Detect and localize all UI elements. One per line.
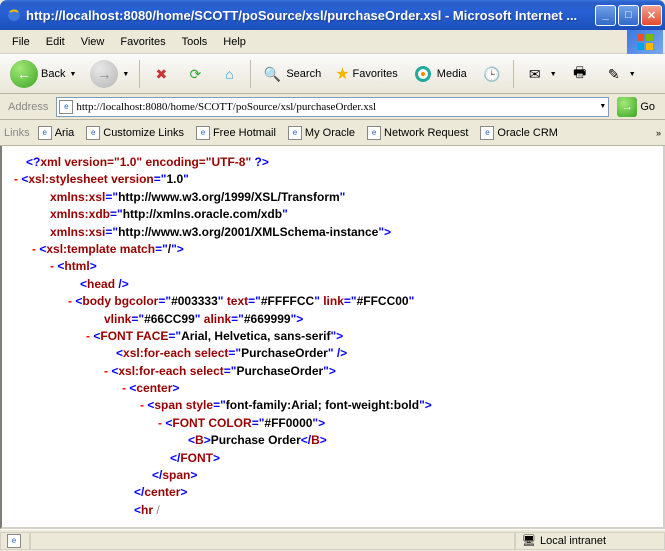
address-input-wrapper[interactable]: e ▼ <box>56 97 609 117</box>
home-icon: ⌂ <box>218 63 240 85</box>
forward-icon: → <box>90 60 118 88</box>
link-hotmail[interactable]: eFree Hotmail <box>192 126 280 140</box>
chevron-down-icon[interactable]: ▼ <box>599 103 606 110</box>
go-icon: → <box>617 97 637 117</box>
favorites-button[interactable]: ★ Favorites <box>331 61 404 87</box>
page-icon: e <box>367 126 381 140</box>
go-button[interactable]: → Go <box>613 94 661 120</box>
print-icon: 🖶 <box>569 63 591 85</box>
go-label: Go <box>640 101 655 113</box>
intranet-icon: 🖥 <box>522 534 536 547</box>
history-button[interactable]: 🕒 <box>477 60 507 88</box>
menubar: File Edit View Favorites Tools Help <box>0 30 665 54</box>
content-area[interactable]: <?xml version="1.0" encoding="UTF-8" ?> … <box>0 146 665 529</box>
page-icon: e <box>38 126 52 140</box>
window-title: http://localhost:8080/home/SCOTT/poSourc… <box>26 8 595 23</box>
link-customize[interactable]: eCustomize Links <box>82 126 188 140</box>
statusbar: e 🖥 Local intranet <box>0 529 665 551</box>
status-zone: 🖥 Local intranet <box>515 532 665 550</box>
address-input[interactable] <box>76 101 595 113</box>
back-button[interactable]: ← Back ▼ <box>6 57 82 91</box>
stop-button[interactable]: ✖ <box>146 60 176 88</box>
star-icon: ★ <box>335 64 349 84</box>
links-label: Links <box>4 127 30 139</box>
menu-help[interactable]: Help <box>215 33 254 51</box>
link-oracle[interactable]: eMy Oracle <box>284 126 359 140</box>
favorites-label: Favorites <box>353 68 398 80</box>
refresh-icon: ⟳ <box>184 63 206 85</box>
chevron-right-icon[interactable]: » <box>656 128 661 138</box>
edit-button[interactable]: ✎▼ <box>599 60 640 88</box>
menu-file[interactable]: File <box>4 33 38 51</box>
page-icon: e <box>7 534 21 548</box>
maximize-button[interactable]: □ <box>618 5 639 26</box>
chevron-down-icon: ▼ <box>69 71 76 78</box>
back-icon: ← <box>10 60 38 88</box>
minimize-button[interactable]: _ <box>595 5 616 26</box>
toolbar: ← Back ▼ → ▼ ✖ ⟳ ⌂ 🔍 Search ★ Favorites … <box>0 54 665 94</box>
media-icon <box>412 63 434 85</box>
separator <box>139 60 140 88</box>
window-controls: _ □ ✕ <box>595 5 662 26</box>
mail-button[interactable]: ✉▼ <box>520 60 561 88</box>
menu-edit[interactable]: Edit <box>38 33 73 51</box>
page-icon: e <box>86 126 100 140</box>
address-label: Address <box>4 101 52 113</box>
link-network[interactable]: eNetwork Request <box>363 126 472 140</box>
page-icon: e <box>288 126 302 140</box>
search-button[interactable]: 🔍 Search <box>257 60 327 88</box>
chevron-down-icon: ▼ <box>629 71 636 78</box>
status-text <box>30 532 515 550</box>
page-icon: e <box>480 126 494 140</box>
chevron-down-icon: ▼ <box>550 71 557 78</box>
separator <box>513 60 514 88</box>
media-button[interactable]: Media <box>408 60 473 88</box>
titlebar: http://localhost:8080/home/SCOTT/poSourc… <box>0 0 665 30</box>
media-label: Media <box>437 68 467 80</box>
forward-button[interactable]: → ▼ <box>86 57 133 91</box>
page-icon: e <box>59 100 73 114</box>
print-button[interactable]: 🖶 <box>565 60 595 88</box>
link-aria[interactable]: eAria <box>34 126 79 140</box>
edit-icon: ✎ <box>603 63 625 85</box>
ie-icon <box>6 7 22 23</box>
link-crm[interactable]: eOracle CRM <box>476 126 562 140</box>
stop-icon: ✖ <box>150 63 172 85</box>
throbber-icon <box>627 30 663 54</box>
search-label: Search <box>286 68 321 80</box>
search-icon: 🔍 <box>261 63 283 85</box>
history-icon: 🕒 <box>481 63 503 85</box>
menu-tools[interactable]: Tools <box>174 33 216 51</box>
menu-view[interactable]: View <box>73 33 113 51</box>
links-bar: Links eAria eCustomize Links eFree Hotma… <box>0 120 665 146</box>
xml-tree: <?xml version="1.0" encoding="UTF-8" ?> … <box>2 146 663 527</box>
mail-icon: ✉ <box>524 63 546 85</box>
page-icon: e <box>196 126 210 140</box>
menu-favorites[interactable]: Favorites <box>112 33 173 51</box>
chevron-down-icon: ▼ <box>122 71 129 78</box>
back-label: Back <box>41 68 65 80</box>
close-button[interactable]: ✕ <box>641 5 662 26</box>
separator <box>250 60 251 88</box>
refresh-button[interactable]: ⟳ <box>180 60 210 88</box>
home-button[interactable]: ⌂ <box>214 60 244 88</box>
address-bar: Address e ▼ → Go <box>0 94 665 120</box>
status-done: e <box>0 532 30 550</box>
